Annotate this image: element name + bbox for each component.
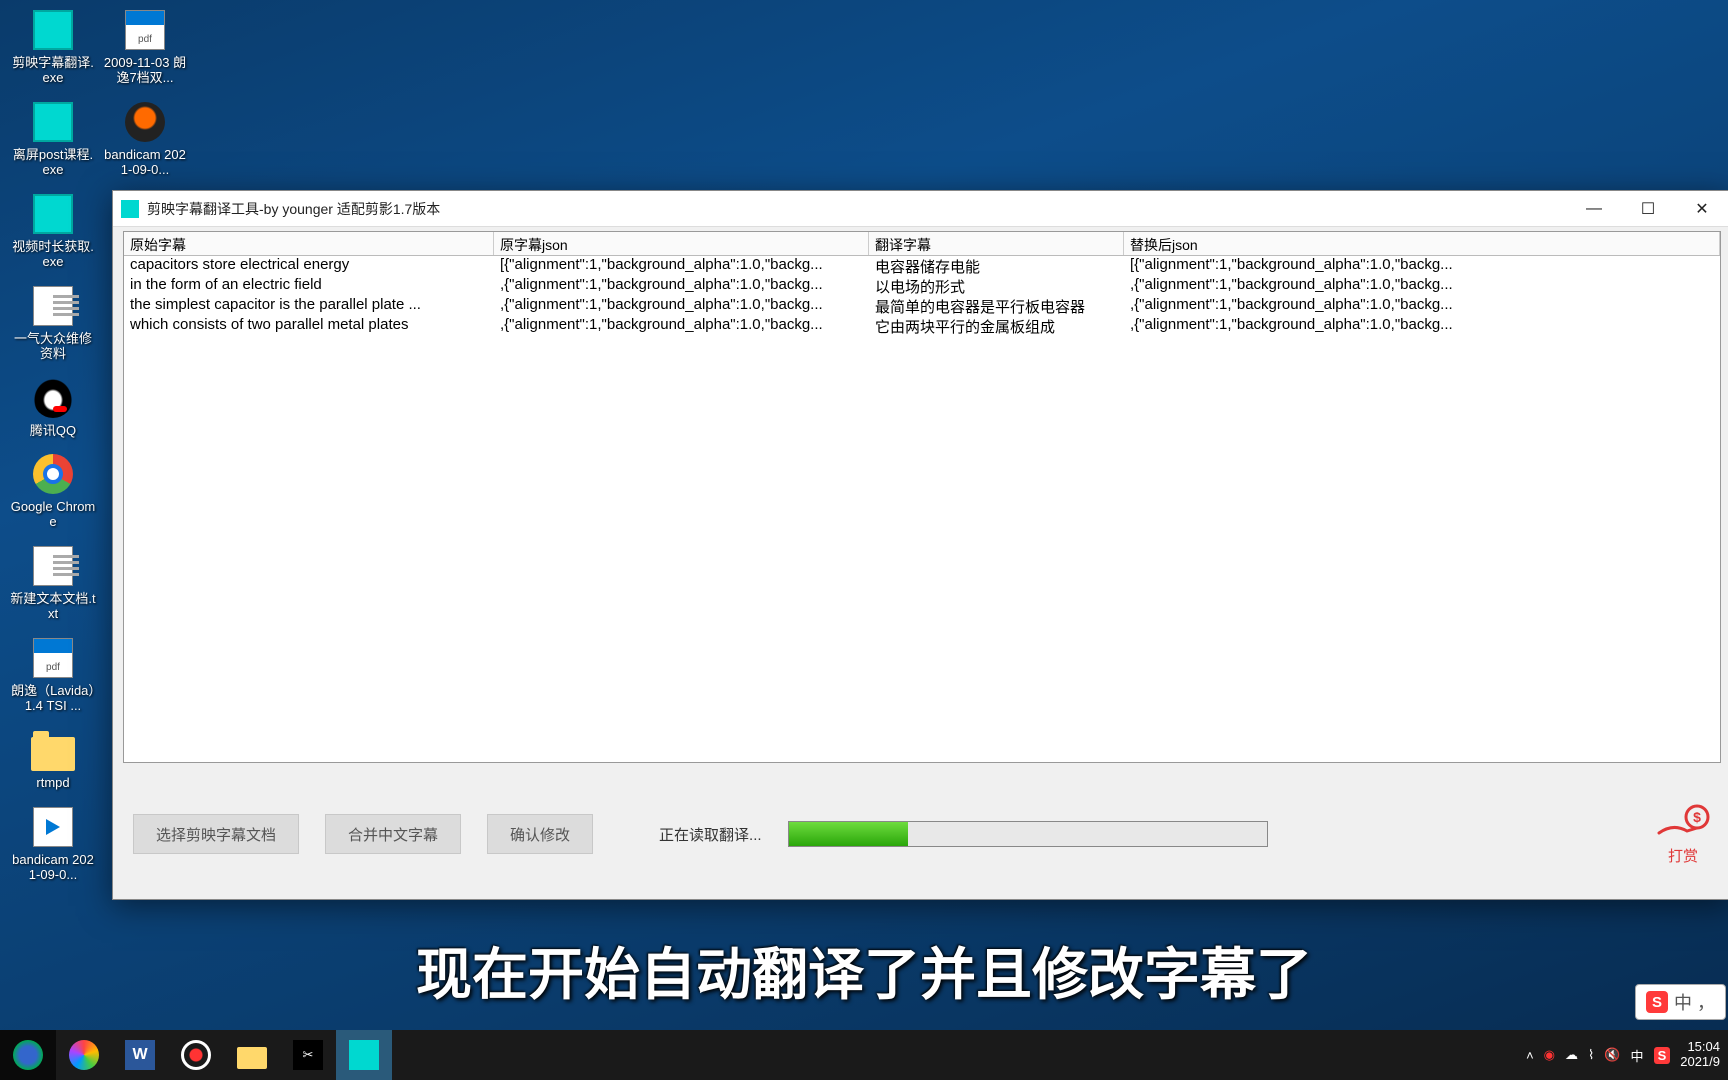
sogou-icon: S [1646, 991, 1668, 1013]
desktop-icon[interactable]: 朗逸（Lavida）1.4 TSI ... [8, 632, 98, 716]
col-orig-json[interactable]: 原字幕json [494, 232, 869, 255]
cell-translated: 以电场的形式 [869, 276, 1124, 296]
maximize-button[interactable]: ☐ [1621, 192, 1675, 226]
cell-orig-json: ,{"alignment":1,"background_alpha":1.0,"… [494, 276, 869, 296]
desktop-icon[interactable]: 腾讯QQ [8, 372, 98, 441]
cell-original: in the form of an electric field [124, 276, 494, 296]
table-row[interactable]: in the form of an electric field,{"align… [124, 276, 1720, 296]
tray-sogou-icon[interactable]: S [1654, 1047, 1671, 1064]
cell-original: capacitors store electrical energy [124, 256, 494, 276]
desktop-icon-label: Google Chrome [10, 500, 96, 530]
table-row[interactable]: the simplest capacitor is the parallel p… [124, 296, 1720, 316]
svg-text:$: $ [1693, 809, 1701, 825]
cell-replaced-json: ,{"alignment":1,"background_alpha":1.0,"… [1124, 276, 1720, 296]
table-row[interactable]: capacitors store electrical energy[{"ali… [124, 256, 1720, 276]
tb-record[interactable] [168, 1030, 224, 1080]
tb-word[interactable]: W [112, 1030, 168, 1080]
tb-edge[interactable] [0, 1030, 56, 1080]
desktop-icon-label: 新建文本文档.txt [10, 592, 96, 622]
desktop-icon-label: 2009-11-03 朗逸7档双... [102, 56, 188, 86]
ime-indicator[interactable]: S 中 ， [1635, 984, 1726, 1020]
minimize-button[interactable]: — [1567, 192, 1621, 226]
desktop-icon[interactable]: 离屏post课程.exe [8, 96, 98, 180]
taskbar[interactable]: W ✂ ˄ ◉ ☁ ⌇ 🔇 中 S 15:04 2021/9 [0, 1030, 1728, 1080]
col-replaced-json[interactable]: 替换后json [1124, 232, 1720, 255]
desktop-icon-label: 朗逸（Lavida）1.4 TSI ... [10, 684, 96, 714]
cell-orig-json: ,{"alignment":1,"background_alpha":1.0,"… [494, 296, 869, 316]
cell-original: which consists of two parallel metal pla… [124, 316, 494, 336]
table-row[interactable]: which consists of two parallel metal pla… [124, 316, 1720, 336]
bottom-bar: 选择剪映字幕文档 合并中文字幕 确认修改 正在读取翻译... $ 打赏 [113, 769, 1728, 899]
close-button[interactable]: ✕ [1675, 192, 1728, 226]
tray-date: 2021/9 [1680, 1055, 1720, 1070]
tray-ime[interactable]: 中 [1631, 1046, 1644, 1065]
donate-icon: $ [1655, 803, 1711, 843]
desktop-icon[interactable]: bandicam 2021-09-0... [8, 801, 98, 885]
desktop-icon[interactable]: bandicam 2021-09-0... [100, 96, 190, 180]
cell-orig-json: [{"alignment":1,"background_alpha":1.0,"… [494, 256, 869, 276]
tray-onedrive-icon[interactable]: ☁ [1565, 1047, 1578, 1063]
select-file-button[interactable]: 选择剪映字幕文档 [133, 814, 299, 854]
desktop-icon-label: 剪映字幕翻译.exe [10, 56, 96, 86]
desktop-icon-label: 视频时长获取.exe [10, 240, 96, 270]
grid-body: capacitors store electrical energy[{"ali… [124, 256, 1720, 336]
desktop-icon[interactable]: 视频时长获取.exe [8, 188, 98, 272]
cell-replaced-json: ,{"alignment":1,"background_alpha":1.0,"… [1124, 296, 1720, 316]
tray-wifi-icon[interactable]: ⌇ [1588, 1047, 1594, 1063]
desktop: 剪映字幕翻译.exe 离屏post课程.exe 视频时长获取.exe 一气大众维修资料… [0, 0, 1728, 1080]
tb-explorer[interactable] [224, 1030, 280, 1080]
desktop-icon-label: bandicam 2021-09-0... [10, 853, 96, 883]
progress-bar [788, 821, 1268, 847]
desktop-icon-label: 腾讯QQ [30, 424, 76, 439]
donate-button[interactable]: $ 打赏 [1655, 803, 1711, 866]
tray-up-icon[interactable]: ˄ [1526, 1048, 1534, 1063]
data-grid[interactable]: 原始字幕 原字幕json 翻译字幕 替换后json capacitors sto… [123, 231, 1721, 763]
app-icon [121, 200, 139, 218]
desktop-icon[interactable]: 新建文本文档.txt [8, 540, 98, 624]
status-text: 正在读取翻译... [659, 824, 762, 845]
desktop-icon-label: bandicam 2021-09-0... [102, 148, 188, 178]
desktop-icon[interactable]: 一气大众维修资料 [8, 280, 98, 364]
desktop-icon[interactable]: 剪映字幕翻译.exe [8, 4, 98, 88]
tray-sound-icon[interactable]: 🔇 [1604, 1047, 1620, 1063]
titlebar[interactable]: 剪映字幕翻译工具-by younger 适配剪影1.7版本 — ☐ ✕ [113, 191, 1728, 227]
desktop-icon-label: 离屏post课程.exe [10, 148, 96, 178]
desktop-icon[interactable]: 2009-11-03 朗逸7档双... [100, 4, 190, 88]
tray-clock[interactable]: 15:04 2021/9 [1680, 1040, 1720, 1070]
cell-translated: 最简单的电容器是平行板电容器 [869, 296, 1124, 316]
desktop-icon[interactable]: rtmpd [8, 724, 98, 793]
video-caption: 现在开始自动翻译了并且修改字幕了 [0, 930, 1728, 1011]
tray-time: 15:04 [1680, 1040, 1720, 1055]
cell-orig-json: ,{"alignment":1,"background_alpha":1.0,"… [494, 316, 869, 336]
donate-label: 打赏 [1668, 848, 1698, 865]
tb-app[interactable] [336, 1030, 392, 1080]
merge-button[interactable]: 合并中文字幕 [325, 814, 461, 854]
tb-jianying[interactable]: ✂ [280, 1030, 336, 1080]
cell-replaced-json: [{"alignment":1,"background_alpha":1.0,"… [1124, 256, 1720, 276]
window-title: 剪映字幕翻译工具-by younger 适配剪影1.7版本 [147, 199, 1567, 219]
app-window: 剪映字幕翻译工具-by younger 适配剪影1.7版本 — ☐ ✕ 原始字幕… [112, 190, 1728, 900]
desktop-icons-col1: 剪映字幕翻译.exe 离屏post课程.exe 视频时长获取.exe 一气大众维修资料… [8, 4, 98, 885]
cell-translated: 它由两块平行的金属板组成 [869, 316, 1124, 336]
col-original[interactable]: 原始字幕 [124, 232, 494, 255]
cell-replaced-json: ,{"alignment":1,"background_alpha":1.0,"… [1124, 316, 1720, 336]
cell-original: the simplest capacitor is the parallel p… [124, 296, 494, 316]
desktop-icon-label: rtmpd [36, 776, 69, 791]
desktop-icon-label: 一气大众维修资料 [10, 332, 96, 362]
confirm-button[interactable]: 确认修改 [487, 814, 593, 854]
tb-rainbow[interactable] [56, 1030, 112, 1080]
ime-text: 中 ， [1674, 989, 1715, 1015]
col-translated[interactable]: 翻译字幕 [869, 232, 1124, 255]
cell-translated: 电容器储存电能 [869, 256, 1124, 276]
grid-header: 原始字幕 原字幕json 翻译字幕 替换后json [124, 232, 1720, 256]
progress-fill [789, 822, 909, 846]
tray-rec-icon[interactable]: ◉ [1544, 1047, 1555, 1063]
system-tray[interactable]: ˄ ◉ ☁ ⌇ 🔇 中 S 15:04 2021/9 [1526, 1040, 1728, 1070]
desktop-icon[interactable]: Google Chrome [8, 448, 98, 532]
